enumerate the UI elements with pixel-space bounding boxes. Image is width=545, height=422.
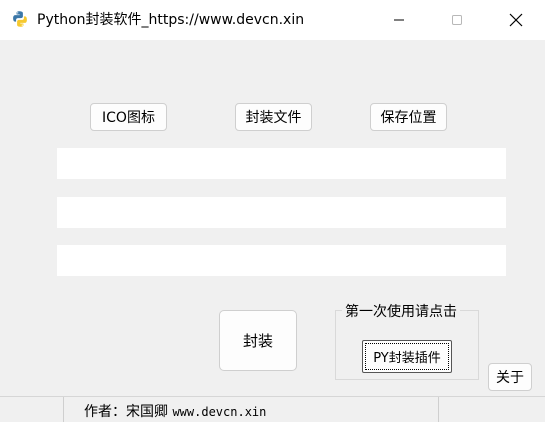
python-logo-icon (13, 11, 27, 27)
author-label: 作者：宋国卿 (84, 404, 168, 420)
py-plugin-button[interactable]: PY封装插件 (362, 340, 452, 373)
ico-path-field[interactable] (57, 148, 506, 179)
window-title: Python封装软件_https://www.devcn.xin (37, 12, 305, 28)
close-icon (509, 13, 523, 27)
first-use-group-title: 第一次使用请点击 (342, 301, 460, 321)
status-text: 作者：宋国卿 www.devcn.xin (84, 401, 266, 421)
maximize-icon (452, 15, 462, 25)
about-button[interactable]: 关于 (488, 363, 532, 391)
ico-icon-button[interactable]: ICO图标 (90, 103, 167, 131)
select-file-button[interactable]: 封装文件 (235, 103, 312, 131)
close-button[interactable] (487, 0, 545, 40)
save-location-button[interactable]: 保存位置 (370, 103, 447, 131)
status-separator (438, 397, 439, 422)
file-path-field[interactable] (57, 197, 506, 228)
pack-button[interactable]: 封装 (219, 310, 297, 371)
minimize-button[interactable] (370, 0, 428, 40)
maximize-button[interactable] (428, 0, 486, 40)
status-bar: 作者：宋国卿 www.devcn.xin (0, 396, 545, 422)
website-url: www.devcn.xin (172, 405, 267, 419)
save-path-field[interactable] (57, 245, 506, 276)
title-bar[interactable]: Python封装软件_https://www.devcn.xin (0, 0, 545, 40)
minimize-icon (394, 19, 404, 21)
status-separator (63, 397, 64, 422)
